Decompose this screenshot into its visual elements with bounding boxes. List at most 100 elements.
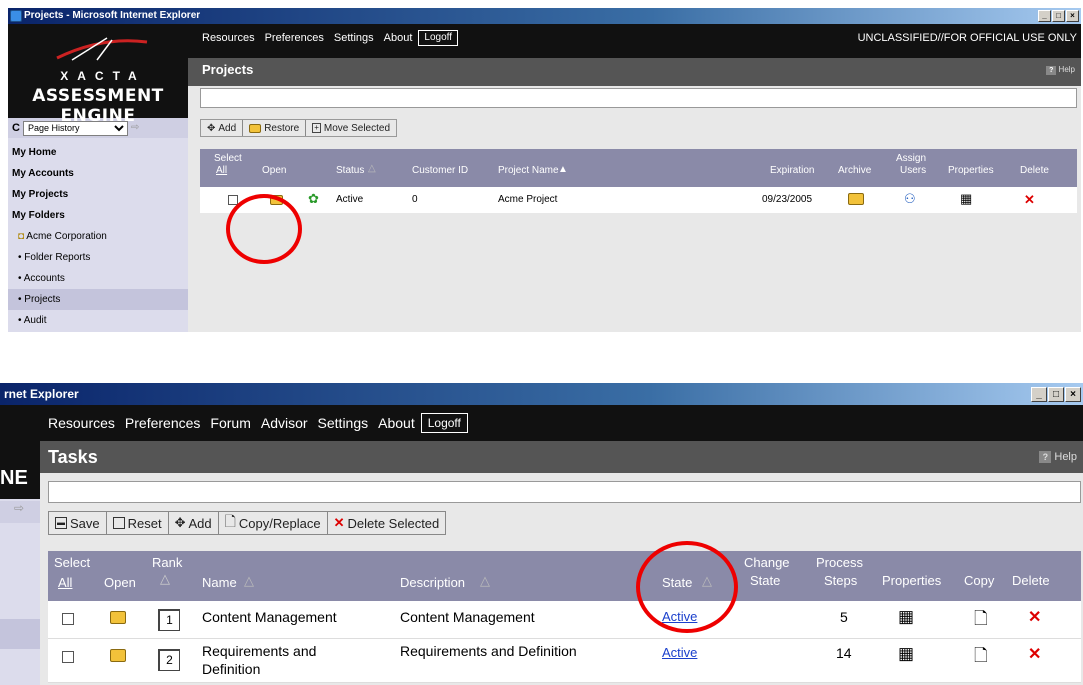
help-link[interactable]: ? Help (1039, 441, 1077, 473)
row-status: Active (336, 194, 364, 205)
open-folder-icon[interactable] (270, 195, 283, 205)
close-icon[interactable]: × (1066, 10, 1079, 22)
nav-about[interactable]: About (378, 415, 415, 431)
restore-button[interactable]: Restore (243, 120, 307, 136)
properties-icon[interactable]: ▦ (898, 644, 914, 664)
nav-settings[interactable]: Settings (318, 415, 369, 431)
copy-icon[interactable]: 🗋 (974, 643, 988, 672)
row-state-link[interactable]: Active (662, 645, 697, 660)
copy-icon[interactable]: 🗋 (974, 606, 988, 635)
copy-icon: 🗋 (224, 513, 236, 529)
row-steps: 5 (840, 609, 848, 625)
add-button[interactable]: ✥ Add (201, 120, 244, 136)
left-sidebar: NE ⇨ (0, 441, 40, 685)
minimize-icon[interactable]: _ (1031, 387, 1047, 402)
properties-icon[interactable]: ▦ (960, 191, 972, 207)
internet-explorer-icon (10, 10, 22, 22)
add-button[interactable]: ✥ Add (169, 512, 219, 534)
header-project-name[interactable]: Project Name (498, 165, 559, 176)
nav-advisor[interactable]: Advisor (261, 415, 308, 431)
delete-icon[interactable]: ✕ (1024, 192, 1035, 208)
header-properties: Properties (882, 573, 942, 588)
help-link[interactable]: ? Help (1046, 65, 1075, 75)
rank-input[interactable]: 1 (158, 609, 180, 631)
save-button[interactable]: ▬ Save (49, 512, 107, 534)
header-open: Open (262, 165, 287, 176)
nav-settings[interactable]: Settings (334, 32, 374, 44)
header-delete: Delete (1012, 573, 1050, 588)
properties-icon[interactable]: ▦ (898, 607, 914, 627)
row-name: Requirements and (202, 643, 317, 659)
sidebar-item-my-accounts[interactable]: My Accounts (8, 163, 188, 184)
header-assign: Assign (896, 153, 927, 164)
sidebar-item-my-home[interactable]: My Home (8, 142, 188, 163)
logoff-button[interactable]: Logoff (418, 30, 459, 46)
nav-resources[interactable]: Resources (202, 32, 255, 44)
rank-input[interactable]: 2 (158, 649, 180, 671)
status-icon: ✿ (308, 191, 319, 206)
header-state[interactable]: State (662, 575, 692, 590)
header-status[interactable]: Status (336, 165, 364, 176)
sidebar-active-item[interactable] (0, 619, 40, 649)
window-title: Projects - Microsoft Internet Explorer (24, 10, 201, 21)
header-copy: Copy (964, 573, 995, 588)
projects-table: Select All Open Status △ Customer ID Pro… (200, 149, 1077, 213)
row-checkbox[interactable] (228, 195, 238, 205)
archive-icon[interactable] (848, 193, 864, 205)
header-expiration[interactable]: Expiration (770, 165, 814, 176)
sidebar-item-projects[interactable]: • Projects (8, 289, 188, 310)
sidebar-item-my-projects[interactable]: My Projects (8, 184, 188, 205)
swoosh-logo-icon (56, 37, 148, 61)
minimize-icon[interactable]: _ (1038, 10, 1051, 22)
close-icon[interactable]: × (1065, 387, 1081, 402)
header-select: Select (214, 153, 242, 164)
delete-icon[interactable]: ✕ (1028, 607, 1041, 627)
header-delete: Delete (1020, 165, 1049, 176)
header-steps: Steps (824, 573, 858, 588)
sidebar-item-my-folders[interactable]: My Folders (8, 205, 188, 226)
maximize-icon[interactable]: □ (1048, 387, 1064, 402)
row-description: Requirements and Definition (400, 643, 577, 659)
sidebar-item-acme-corporation[interactable]: ◘ Acme Corporation (8, 226, 188, 247)
row-checkbox[interactable] (62, 613, 74, 625)
copy-replace-button[interactable]: 🗋 Copy/Replace (219, 512, 328, 534)
maximize-icon[interactable]: □ (1052, 10, 1065, 22)
select-all-link[interactable]: All (216, 165, 227, 176)
add-icon: ✥ (207, 122, 216, 134)
go-arrow-icon[interactable]: ⇨ (0, 501, 40, 523)
header-customer-id[interactable]: Customer ID (412, 165, 468, 176)
logo-brand: XACTA (60, 69, 146, 83)
open-folder-icon[interactable] (110, 611, 126, 624)
sidebar-item-folder-reports[interactable]: • Folder Reports (8, 247, 188, 268)
header-description[interactable]: Description (400, 575, 465, 590)
breadcrumb (200, 88, 1077, 108)
logoff-button[interactable]: Logoff (420, 413, 468, 433)
header-name[interactable]: Name (202, 575, 237, 590)
row-state-link[interactable]: Active (662, 609, 697, 624)
nav-preferences[interactable]: Preferences (265, 32, 324, 44)
window-controls: _ □ × (1031, 387, 1081, 402)
window-controls: _ □ × (1038, 10, 1079, 22)
delete-selected-button[interactable]: ✕ Delete Selected (328, 512, 446, 534)
header-select: Select (54, 555, 91, 570)
sidebar-item-accounts[interactable]: • Accounts (8, 268, 188, 289)
assign-users-icon[interactable]: ⚇ (904, 191, 916, 207)
sidebar-item-audit[interactable]: • Audit (8, 310, 188, 331)
delete-icon[interactable]: ✕ (1028, 644, 1041, 664)
nav-forum[interactable]: Forum (210, 415, 250, 431)
move-selected-button[interactable]: + Move Selected (306, 120, 396, 136)
sort-icon: △ (160, 571, 170, 586)
breadcrumb (48, 481, 1081, 503)
reset-icon (112, 517, 125, 529)
nav-preferences[interactable]: Preferences (125, 415, 200, 431)
nav-about[interactable]: About (384, 32, 413, 44)
header-rank[interactable]: Rank (152, 555, 182, 570)
folder-icon: ◘ (18, 231, 25, 242)
select-all-link[interactable]: All (58, 575, 72, 590)
open-folder-icon[interactable] (110, 649, 126, 662)
header-users: Users (900, 165, 927, 176)
page-header: Projects ? Help (188, 52, 1081, 86)
row-checkbox[interactable] (62, 651, 74, 663)
reset-button[interactable]: Reset (107, 512, 169, 534)
nav-resources[interactable]: Resources (48, 415, 115, 431)
